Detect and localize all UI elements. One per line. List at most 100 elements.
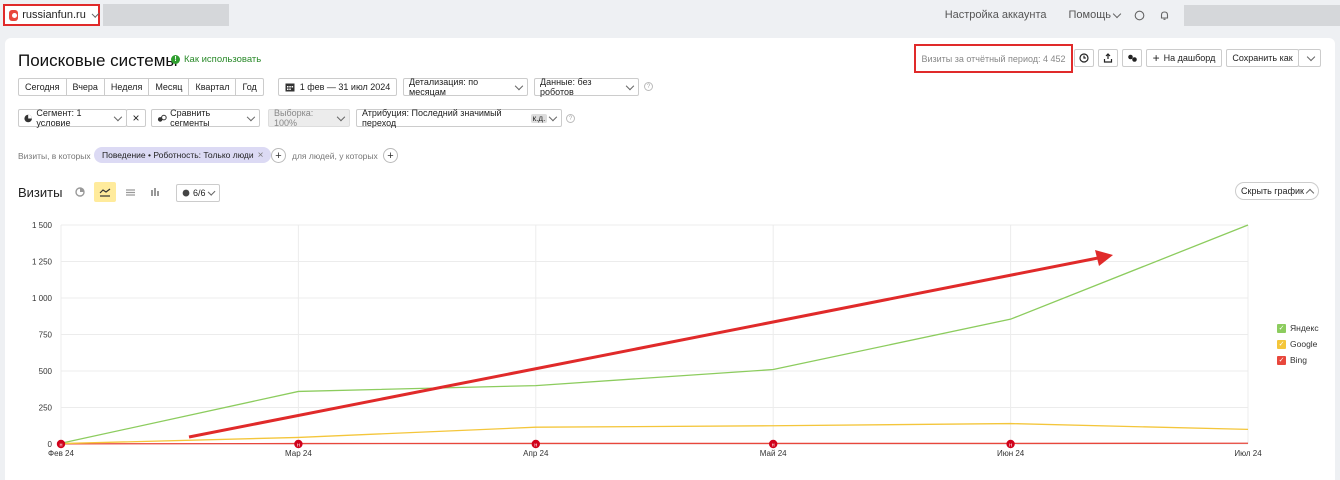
date-range-button[interactable]: 1 фев — 31 июл 2024 — [278, 78, 397, 96]
question-icon[interactable]: ? — [566, 114, 575, 123]
x-tick-label: Июл 24 — [1234, 449, 1262, 458]
site-counter-icon — [9, 9, 19, 21]
svg-text:н: н — [772, 443, 775, 449]
annotation-arrow-line — [188, 256, 1099, 439]
event-marker-icon: н — [531, 439, 540, 449]
question-icon[interactable]: ? — [644, 82, 653, 91]
chevron-down-icon — [114, 112, 123, 121]
y-tick-label: 250 — [39, 404, 53, 413]
period-year[interactable]: Год — [236, 79, 262, 95]
legend-item-google[interactable]: ✓ Google — [1277, 336, 1319, 352]
compare-label: Сравнить сегменты — [170, 108, 211, 128]
detail-label: Детализация: по месяцам — [409, 77, 479, 97]
period-today[interactable]: Сегодня — [19, 79, 67, 95]
period-yesterday[interactable]: Вчера — [67, 79, 105, 95]
pie-chart-icon — [24, 114, 32, 122]
comment-icon — [182, 189, 190, 196]
series-count-label: 6/6 — [193, 188, 206, 198]
chevron-down-icon — [1306, 52, 1316, 61]
site-selector[interactable]: russianfun.ru — [3, 4, 100, 26]
compare-segments-dropdown[interactable]: Сравнить сегменты — [151, 108, 260, 128]
export-button[interactable] — [1098, 49, 1118, 67]
pie-view-icon[interactable] — [69, 182, 91, 202]
how-to-use-label: Как использовать — [184, 54, 262, 65]
x-tick-label: Мар 24 — [285, 449, 312, 458]
data-label: Данные: без роботов — [540, 77, 592, 97]
visits-total: Визиты за отчётный период: 4 452 — [914, 44, 1073, 73]
y-tick-label: 1 250 — [32, 258, 53, 267]
site-id-redacted — [103, 4, 229, 26]
event-marker-icon: н — [294, 439, 303, 449]
period-quarter[interactable]: Квартал — [189, 79, 237, 95]
site-name: russianfun.ru — [22, 9, 86, 21]
visits-condition-label: Визиты, в которых — [18, 151, 91, 161]
account-settings-link[interactable]: Настройка аккаунта — [945, 9, 1047, 21]
x-tick-label: Фев 24 — [48, 449, 74, 458]
add-to-dashboard-button[interactable]: + На дашборд — [1146, 49, 1222, 67]
period-month[interactable]: Месяц — [149, 79, 190, 95]
svg-text:н: н — [1009, 443, 1012, 449]
calendar-icon — [285, 83, 295, 92]
bell-icon[interactable] — [1159, 10, 1170, 21]
share-button[interactable] — [1122, 49, 1142, 67]
bar-view-icon[interactable] — [144, 182, 166, 202]
chevron-down-icon — [1112, 9, 1122, 18]
report-panel: Поисковые системы ! Как использовать Виз… — [5, 38, 1335, 480]
hide-chart-button[interactable]: Скрыть график — [1235, 182, 1319, 200]
detail-dropdown[interactable]: Детализация: по месяцам — [403, 77, 528, 97]
legend-item-yandex[interactable]: ✓ Яндекс — [1277, 320, 1319, 336]
chevron-down-icon — [514, 81, 524, 90]
checkbox-icon: ✓ — [1277, 339, 1286, 349]
add-visit-condition-button[interactable]: + — [271, 148, 286, 163]
clock-icon — [1079, 53, 1089, 63]
chat-icon[interactable] — [1134, 10, 1145, 21]
segment-dropdown[interactable]: Сегмент: 1 условие — [18, 108, 127, 128]
series-count-dropdown[interactable]: 6/6 — [176, 184, 220, 202]
condition-chip[interactable]: Поведение • Роботность: Только люди × — [94, 147, 272, 163]
y-tick-label: 1 000 — [32, 294, 53, 303]
legend-label-google: Google — [1290, 339, 1318, 349]
condition-chip-label: Поведение • Роботность: Только люди — [102, 150, 254, 160]
close-icon: × — [132, 111, 140, 125]
line-view-icon[interactable] — [94, 182, 116, 202]
period-week[interactable]: Неделя — [105, 79, 150, 95]
attribution-dropdown[interactable]: Атрибуция: Последний значимый переход к.… — [356, 108, 562, 128]
chevron-down-icon — [91, 9, 100, 18]
user-account-redacted[interactable] — [1184, 4, 1340, 26]
chevron-down-icon — [336, 112, 346, 121]
sample-dropdown[interactable]: Выборка: 100% — [268, 108, 350, 128]
export-icon — [1103, 53, 1113, 63]
area-view-icon[interactable] — [119, 182, 141, 202]
close-icon[interactable]: × — [258, 150, 264, 161]
data-dropdown[interactable]: Данные: без роботов — [534, 77, 639, 97]
legend-label-bing: Bing — [1290, 355, 1308, 365]
clear-segment-button[interactable]: × — [126, 109, 146, 127]
chevron-up-icon — [1305, 188, 1315, 197]
x-tick-label: Май 24 — [760, 449, 787, 458]
page-title: Поисковые системы — [18, 51, 178, 70]
attribution-tag: к.д. — [530, 113, 548, 123]
legend-item-bing[interactable]: ✓ Bing — [1277, 352, 1319, 368]
attribution-label: Атрибуция: Последний значимый переход — [362, 108, 502, 128]
share-icon — [1127, 54, 1137, 62]
save-as-dropdown[interactable] — [1298, 49, 1321, 67]
help-menu[interactable]: Помощь — [1069, 9, 1122, 21]
y-tick-label: 500 — [39, 367, 53, 376]
legend-label-yandex: Яндекс — [1290, 323, 1319, 333]
how-to-use-link[interactable]: ! Как использовать — [171, 54, 261, 65]
chevron-down-icon — [549, 112, 558, 121]
x-tick-label: Апр 24 — [523, 449, 549, 458]
chart-section-title: Визиты — [18, 185, 63, 200]
checkbox-icon: ✓ — [1277, 355, 1286, 365]
x-tick-label: Июн 24 — [997, 449, 1025, 458]
people-condition-label: для людей, у которых — [292, 151, 378, 161]
history-button[interactable] — [1074, 49, 1094, 67]
add-people-condition-button[interactable]: + — [383, 148, 398, 163]
plus-icon: + — [1152, 51, 1160, 65]
series-line-2 — [60, 442, 1249, 445]
chevron-down-icon — [247, 112, 256, 121]
hide-chart-label: Скрыть график — [1241, 186, 1304, 196]
segment-label: Сегмент: 1 условие — [36, 108, 82, 128]
save-as-button[interactable]: Сохранить как — [1226, 49, 1299, 67]
top-bar: russianfun.ru Настройка аккаунта Помощь — [0, 0, 1340, 32]
